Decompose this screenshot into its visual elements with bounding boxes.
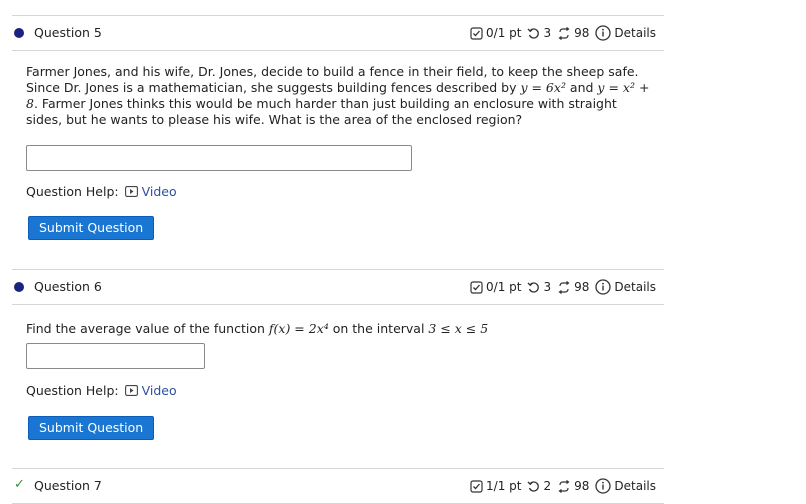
question-help: Question Help: Video xyxy=(26,383,177,398)
question-meta: 1/1 pt 2 98 Details xyxy=(470,478,656,494)
info-icon xyxy=(595,279,612,295)
attempts-icon xyxy=(558,26,570,40)
submit-question-button[interactable]: Submit Question xyxy=(28,216,155,240)
retry-icon xyxy=(528,480,540,492)
retry-icon xyxy=(528,27,540,39)
attempts: 98 xyxy=(557,479,589,493)
attempts: 98 xyxy=(557,26,589,40)
question-title: Question 7 xyxy=(34,478,102,493)
attempts: 98 xyxy=(557,280,589,294)
unanswered-bullet-icon xyxy=(14,28,24,38)
attempts-icon xyxy=(558,479,570,493)
retries: 3 xyxy=(527,26,551,40)
answer-input[interactable] xyxy=(26,343,205,369)
question-7-header: ✓ Question 7 1/1 pt 2 98 Details xyxy=(12,468,664,504)
submit-question-button[interactable]: Submit Question xyxy=(28,416,155,440)
video-link[interactable]: Video xyxy=(124,383,177,398)
retries: 2 xyxy=(527,479,551,493)
question-5-header: Question 5 0/1 pt 3 98 Details xyxy=(12,15,664,51)
question-title: Question 6 xyxy=(34,279,102,294)
question-help: Question Help: Video xyxy=(26,184,177,199)
details-link[interactable]: Details xyxy=(595,25,656,41)
score-check-icon xyxy=(470,26,483,40)
answer-input[interactable] xyxy=(26,145,412,171)
video-link[interactable]: Video xyxy=(124,184,177,199)
retries: 3 xyxy=(527,280,551,294)
question-meta: 0/1 pt 3 98 Details xyxy=(470,279,656,295)
info-icon xyxy=(595,478,612,494)
video-icon xyxy=(124,385,138,396)
details-link[interactable]: Details xyxy=(595,279,656,295)
attempts-icon xyxy=(558,280,570,294)
question-6-text: Find the average value of the function f… xyxy=(26,321,489,336)
question-6-header: Question 6 0/1 pt 3 98 Details xyxy=(12,269,664,305)
score-check-icon xyxy=(470,280,483,294)
score: 1/1 pt xyxy=(470,479,521,493)
question-meta: 0/1 pt 3 98 Details xyxy=(470,25,656,41)
correct-check-icon: ✓ xyxy=(14,477,25,492)
score: 0/1 pt xyxy=(470,280,521,294)
retry-icon xyxy=(528,281,540,293)
score-check-icon xyxy=(470,479,483,493)
video-icon xyxy=(124,186,138,197)
unanswered-bullet-icon xyxy=(14,282,24,292)
question-5-text: Farmer Jones, and his wife, Dr. Jones, d… xyxy=(26,64,650,127)
info-icon xyxy=(595,25,612,41)
question-title: Question 5 xyxy=(34,25,102,40)
score: 0/1 pt xyxy=(470,26,521,40)
details-link[interactable]: Details xyxy=(595,478,656,494)
